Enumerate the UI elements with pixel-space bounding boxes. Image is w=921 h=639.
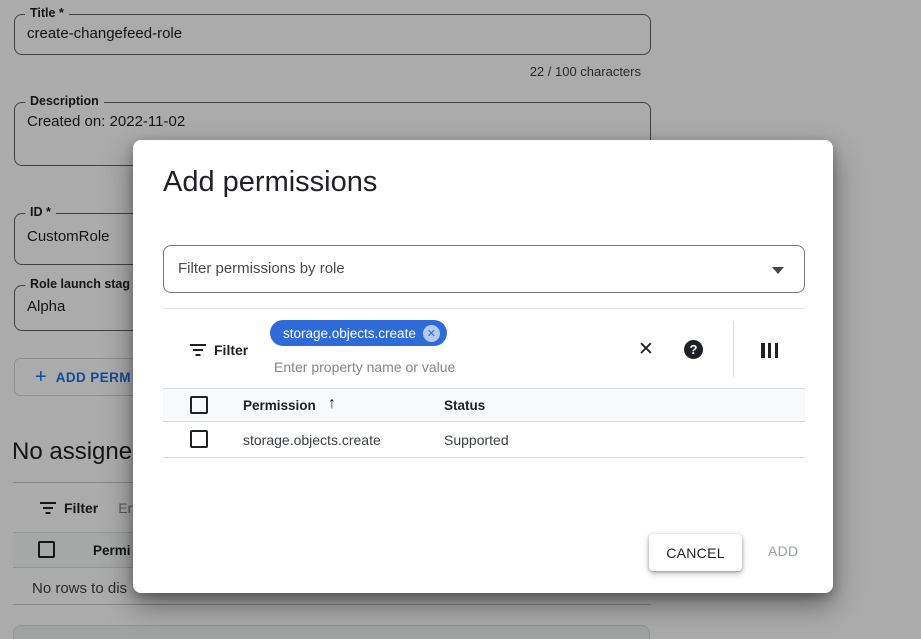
- row-checkbox[interactable]: [190, 430, 208, 448]
- clear-filters-icon[interactable]: ✕: [634, 337, 658, 361]
- add-permissions-dialog: Add permissions Filter permissions by ro…: [133, 140, 833, 593]
- filter-input-placeholder[interactable]: Enter property name or value: [274, 359, 455, 375]
- filter-chip[interactable]: storage.objects.create ✕: [270, 320, 447, 346]
- add-button[interactable]: ADD: [768, 543, 798, 559]
- permissions-table-header: Permission ↑ Status: [163, 388, 805, 422]
- select-all-checkbox[interactable]: [190, 396, 208, 414]
- status-cell: Supported: [444, 432, 509, 448]
- filter-icon: [190, 344, 206, 356]
- permissions-table: Permission ↑ Status storage.objects.crea…: [163, 388, 805, 458]
- table-row[interactable]: storage.objects.create Supported: [163, 422, 805, 458]
- filter-chip-label: storage.objects.create: [283, 326, 416, 341]
- permission-column-header[interactable]: Permission: [243, 398, 316, 413]
- role-filter-dropdown[interactable]: Filter permissions by role: [163, 245, 805, 293]
- filter-label: Filter: [214, 342, 248, 358]
- page: Title * create-changefeed-role 22 / 100 …: [0, 0, 921, 639]
- chevron-down-icon: [772, 267, 784, 274]
- role-filter-placeholder: Filter permissions by role: [178, 260, 345, 277]
- permission-cell: storage.objects.create: [243, 432, 381, 448]
- column-display-icon[interactable]: [761, 343, 778, 358]
- help-icon[interactable]: ?: [684, 340, 703, 359]
- chip-remove-icon[interactable]: ✕: [423, 325, 440, 342]
- dialog-title: Add permissions: [163, 166, 377, 199]
- cancel-button[interactable]: CANCEL: [649, 534, 742, 571]
- status-column-header[interactable]: Status: [444, 398, 485, 413]
- permissions-filter-toolbar: Filter storage.objects.create ✕ Enter pr…: [163, 308, 805, 388]
- sort-ascending-icon[interactable]: ↑: [328, 395, 336, 413]
- toolbar-divider: [733, 321, 734, 377]
